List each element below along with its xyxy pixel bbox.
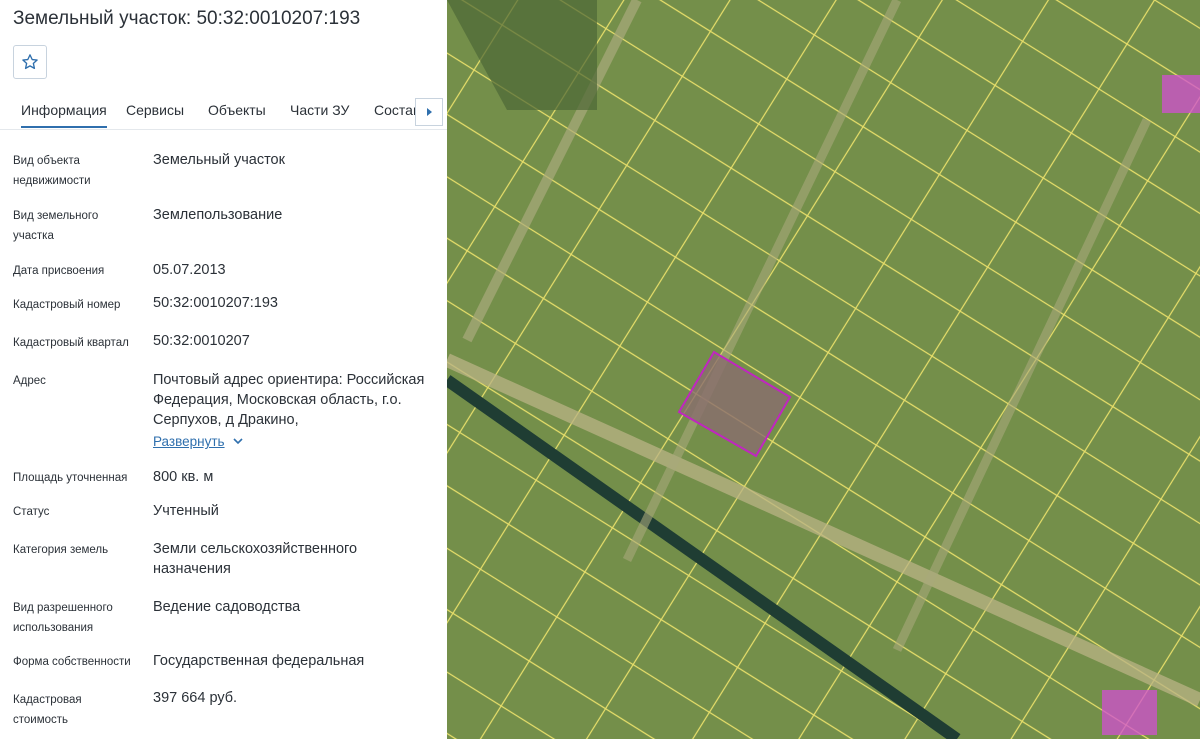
tab-composition[interactable]: Состав: [374, 102, 420, 118]
favorite-button[interactable]: [13, 45, 47, 79]
star-outline-icon: [22, 54, 38, 70]
tab-services[interactable]: Сервисы: [126, 102, 184, 118]
label-cadastral-number: Кадастровый номер: [13, 299, 121, 311]
value-address: Почтовый адрес ориентира: Российская Фед…: [153, 372, 425, 428]
page-title: Земельный участок: 50:32:0010207:193: [13, 8, 361, 29]
label-address: Адрес: [13, 375, 46, 387]
label-area: Площадь уточненная: [13, 472, 128, 484]
value-permitted-use: Ведение садоводства: [153, 599, 301, 615]
label-cadastral-value: Кадастровая стоимость: [13, 694, 82, 726]
chevron-right-icon: [427, 108, 432, 116]
label-ownership: Форма собственности: [13, 656, 131, 668]
building-highlight-bottom[interactable]: [1102, 690, 1157, 735]
tab-objects[interactable]: Объекты: [208, 102, 266, 118]
building-highlight-top[interactable]: [1162, 75, 1200, 113]
map-view[interactable]: [447, 0, 1200, 739]
info-panel: Земельный участок: 50:32:0010207:193 Инф…: [0, 0, 447, 739]
value-area: 800 кв. м: [153, 469, 214, 485]
tab-bar: Информация Сервисы Объекты Части ЗУ Сост…: [0, 92, 447, 130]
satellite-map[interactable]: [447, 0, 1200, 739]
label-land-category: Категория земель: [13, 544, 109, 556]
value-cadastral-value: 397 664 руб.: [153, 690, 238, 706]
value-land-type: Землепользование: [153, 207, 283, 223]
label-assign-date: Дата присвоения: [13, 265, 105, 277]
tabs-scroll-button[interactable]: [415, 98, 443, 126]
label-permitted-use: Вид разрешенного использования: [13, 602, 113, 634]
value-object-type: Земельный участок: [153, 152, 285, 168]
value-cadastral-number: 50:32:0010207:193: [153, 295, 278, 311]
chevron-down-icon: [232, 438, 243, 445]
label-cadastral-quarter: Кадастровый квартал: [13, 337, 129, 349]
tab-parts[interactable]: Части ЗУ: [290, 102, 349, 118]
label-status: Статус: [13, 506, 50, 518]
label-object-type: Вид объекта недвижимости: [13, 155, 91, 187]
parcel-grid: [447, 0, 1200, 739]
expand-label: Развернуть: [153, 434, 225, 449]
value-ownership: Государственная федеральная: [153, 653, 365, 669]
value-cadastral-quarter: 50:32:0010207: [153, 333, 250, 349]
value-assign-date: 05.07.2013: [153, 262, 226, 278]
value-land-category: Земли сельскохозяйственного назначения: [153, 541, 358, 577]
value-status: Учтенный: [153, 503, 219, 519]
tab-info[interactable]: Информация: [21, 102, 107, 128]
label-land-type: Вид земельного участка: [13, 210, 99, 242]
expand-address-link[interactable]: Развернуть: [153, 434, 243, 449]
